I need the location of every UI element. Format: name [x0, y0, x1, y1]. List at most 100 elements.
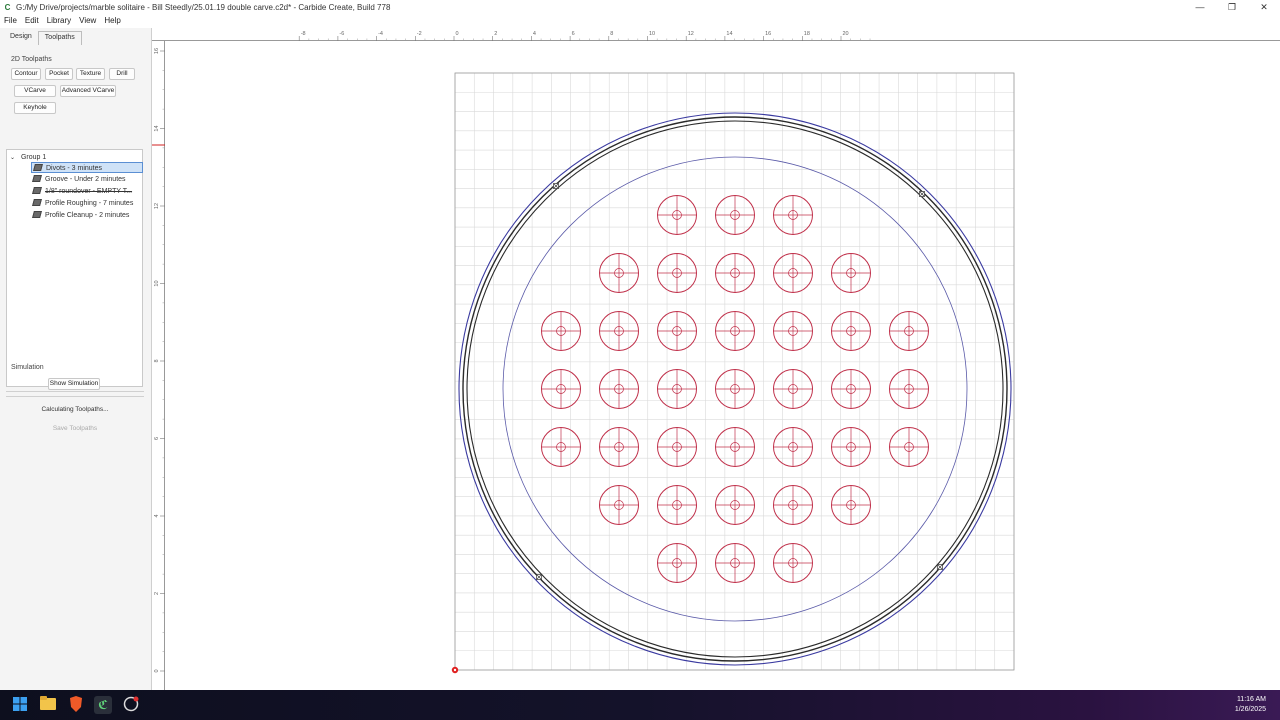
origin-center [453, 668, 457, 672]
divot-hole [657, 427, 697, 467]
vcarve-button[interactable]: VCarve [14, 85, 56, 97]
ruler-tick-label: 0 [154, 669, 160, 672]
divot-hole [889, 369, 929, 409]
close-button[interactable]: ✕ [1248, 0, 1280, 14]
ruler-tick-label: 4 [154, 514, 160, 517]
divot-hole [657, 195, 697, 235]
collapse-chevron-icon[interactable]: ⌄ [10, 155, 15, 161]
tab-design[interactable]: Design [4, 31, 38, 45]
menu-view[interactable]: View [75, 16, 100, 25]
minimize-button[interactable]: — [1184, 0, 1216, 14]
tab-marker [919, 191, 925, 197]
toolpath-icon [32, 211, 42, 218]
pocket-button[interactable]: Pocket [45, 68, 73, 80]
ruler-tick-label: 2 [494, 31, 497, 37]
advanced-vcarve-button[interactable]: Advanced VCarve [60, 85, 116, 97]
title-bar: C G:/My Drive/projects/marble solitaire … [0, 0, 1280, 14]
divot-hole [715, 253, 755, 293]
stock-outline [454, 72, 1015, 671]
toolpath-icon [32, 175, 42, 182]
ruler-tick-label: 20 [843, 31, 849, 37]
ruler-tick-label: 8 [154, 359, 160, 362]
toolpath-icon [33, 164, 43, 171]
ruler-tick-label: 6 [572, 31, 575, 37]
save-toolpaths-button[interactable]: Save Toolpaths [0, 425, 150, 432]
divot-hole [715, 543, 755, 583]
ruler-tick-label: 10 [154, 280, 160, 286]
ruler-tick-label: -4 [378, 31, 383, 37]
toolpaths-2d-label: 2D Toolpaths [11, 56, 52, 63]
contour-button[interactable]: Contour [11, 68, 41, 80]
divot-hole [541, 369, 581, 409]
divot-hole [599, 485, 639, 525]
carbide-create-taskbar-icon[interactable]: ℭ [94, 696, 112, 714]
ruler-tick-label: 8 [610, 31, 613, 37]
tab-marker [937, 564, 943, 570]
divot-hole [599, 369, 639, 409]
divot-hole [773, 427, 813, 467]
ruler-tick-label: -8 [301, 31, 306, 37]
ruler-tick-label: -2 [417, 31, 422, 37]
system-clock[interactable]: 11:16 AM 1/26/2025 [1235, 695, 1266, 715]
divot-hole [715, 311, 755, 351]
window-controls: — ❐ ✕ [1184, 0, 1280, 14]
divot-hole [773, 485, 813, 525]
toolpath-item-groove[interactable]: Groove - Under 2 minutes [32, 174, 126, 185]
menu-library[interactable]: Library [43, 16, 75, 25]
divot-hole [773, 195, 813, 235]
divot-hole [715, 369, 755, 409]
panel-tabs: Design Toolpaths [4, 31, 151, 45]
divot-hole [599, 253, 639, 293]
toolpath-item-roundover[interactable]: 1/8" roundover - EMPTY T... [32, 186, 132, 197]
ruler-tick-label: -6 [339, 31, 344, 37]
carbide-create-icon: C [4, 2, 11, 12]
divot-hole [715, 427, 755, 467]
toolpath-icon [32, 199, 42, 206]
divot-hole [831, 253, 871, 293]
menu-help[interactable]: Help [100, 16, 124, 25]
divot-hole [541, 311, 581, 351]
drill-button[interactable]: Drill [109, 68, 135, 80]
horizontal-ruler: -8 -6 -4 -2 0 2 4 6 8 10 12 14 16 18 20 [152, 28, 1280, 41]
menu-file[interactable]: File [0, 16, 21, 25]
divot-hole [657, 543, 697, 583]
divot-hole [831, 369, 871, 409]
toolpath-item-profile-roughing[interactable]: Profile Roughing - 7 minutes [32, 198, 133, 209]
clock-date: 1/26/2025 [1234, 706, 1266, 713]
divider [6, 396, 144, 397]
clock-time: 11:16 AM [1236, 696, 1266, 703]
divot-hole [889, 311, 929, 351]
toolpath-item-profile-cleanup[interactable]: Profile Cleanup - 2 minutes [32, 210, 129, 221]
divot-hole [831, 427, 871, 467]
keyhole-button[interactable]: Keyhole [14, 102, 56, 114]
left-panel: Design Toolpaths 2D Toolpaths Contour Po… [0, 28, 152, 690]
vertical-ruler: 16 14 12 10 8 6 4 2 0 [152, 41, 165, 690]
canvas-drawing[interactable] [165, 41, 1280, 690]
status-text: Calculating Toolpaths... [41, 406, 109, 413]
windows-start-icon[interactable] [11, 696, 29, 714]
divot-hole [889, 427, 929, 467]
texture-button[interactable]: Texture [76, 68, 105, 80]
ruler-tick-label: 10 [649, 31, 655, 37]
menu-edit[interactable]: Edit [21, 16, 43, 25]
divot-hole [773, 369, 813, 409]
toolpath-item-divots[interactable]: Divots - 3 minutes [31, 162, 143, 173]
ruler-tick-label: 14 [726, 31, 732, 37]
divot-hole [657, 253, 697, 293]
design-canvas[interactable] [165, 41, 1280, 690]
tab-marker [553, 183, 559, 189]
divot-hole [773, 543, 813, 583]
restore-button[interactable]: ❐ [1216, 0, 1248, 14]
ruler-tick-label: 0 [456, 31, 459, 37]
ruler-tick-label: 12 [688, 31, 694, 37]
file-explorer-icon[interactable] [39, 696, 57, 714]
brave-browser-icon[interactable] [67, 696, 85, 714]
tab-marker [536, 574, 542, 580]
divot-hole [831, 485, 871, 525]
app-taskbar-icon[interactable] [122, 696, 140, 714]
tab-toolpaths[interactable]: Toolpaths [37, 31, 82, 45]
taskbar: ℭ 11:16 AM 1/26/2025 [0, 690, 1280, 720]
show-simulation-button[interactable]: Show Simulation [48, 378, 100, 390]
divot-hole [657, 311, 697, 351]
toolpath-icon [32, 187, 42, 194]
